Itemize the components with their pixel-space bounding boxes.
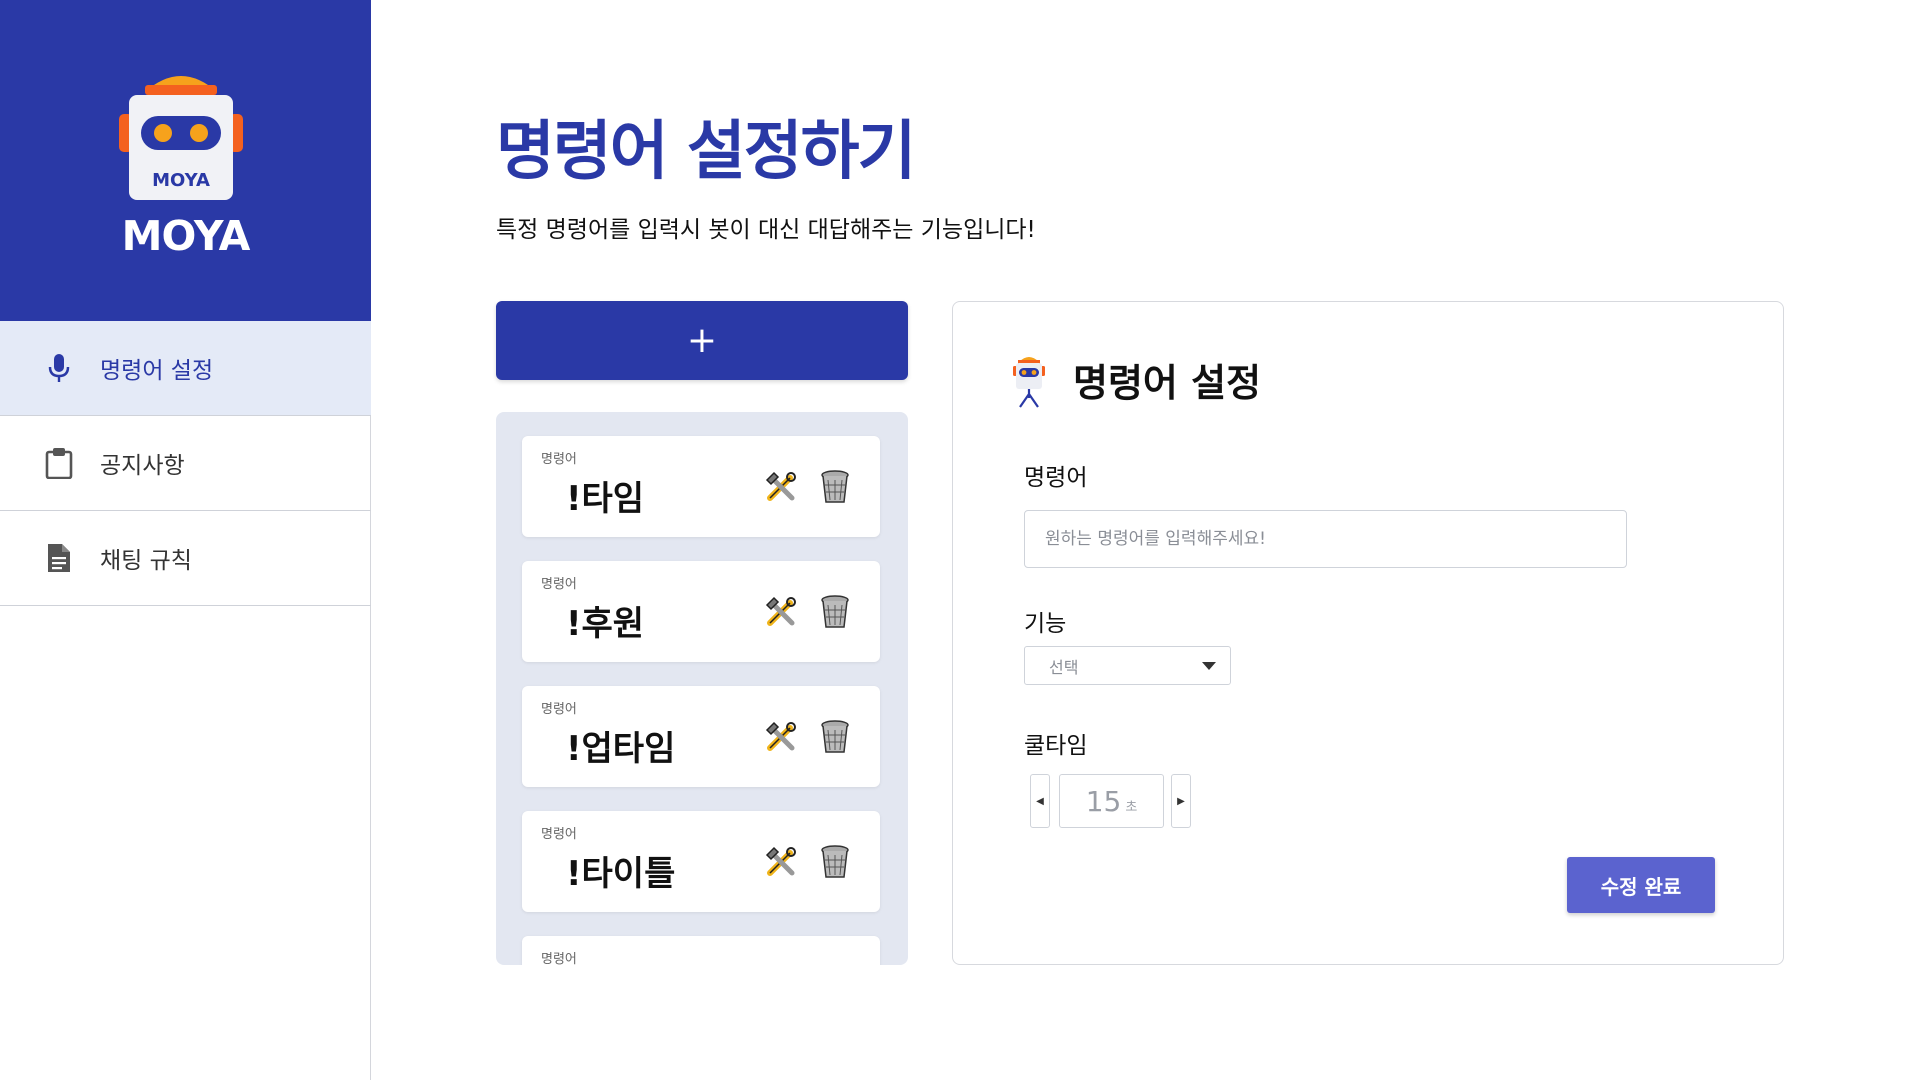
clipboard-icon — [44, 448, 74, 479]
tools-icon[interactable] — [764, 595, 798, 629]
command-input[interactable] — [1024, 510, 1627, 568]
command-card-label: 명령어 — [541, 827, 577, 842]
page-title: 명령어 설정하기 — [496, 115, 916, 189]
command-card[interactable]: 명령어 !후원 — [522, 561, 880, 662]
caret-down-icon — [1202, 662, 1216, 670]
command-card-label: 명령어 — [541, 952, 577, 965]
settings-panel: 명령어 설정 명령어 기능 선택 쿨타임 ◀ 15 초 ▶ 수정 완료 — [952, 301, 1784, 965]
tools-icon[interactable] — [764, 470, 798, 504]
command-card[interactable]: 명령어 — [522, 936, 880, 965]
caret-right-icon: ▶ — [1177, 795, 1185, 807]
command-card-label: 명령어 — [541, 702, 577, 717]
sidebar-item-chat-rules[interactable]: 채팅 규칙 — [0, 511, 371, 606]
moya-robot-logo: MOYA — [119, 76, 243, 200]
microphone-icon — [44, 353, 74, 383]
trash-icon[interactable] — [820, 470, 850, 504]
command-name: !업타임 — [566, 729, 676, 769]
brand-header: MOYA MOYA — [0, 0, 371, 321]
sidebar-item-label: 공지사항 — [100, 453, 185, 479]
brand-name: MOYA — [121, 212, 251, 260]
cooldown-decrement-button[interactable]: ◀ — [1030, 774, 1050, 828]
page-description: 특정 명령어를 입력시 봇이 대신 대답해주는 기능입니다! — [496, 217, 1036, 243]
command-list[interactable]: 명령어 !타임 명령어 !후원 명령어 !업타임 명령어 !타이틀 명령어 — [496, 412, 908, 965]
trash-icon[interactable] — [820, 720, 850, 754]
function-select-value: 선택 — [1049, 657, 1079, 677]
save-button[interactable]: 수정 완료 — [1567, 857, 1715, 913]
command-card-label: 명령어 — [541, 577, 577, 592]
command-card[interactable]: 명령어 !업타임 — [522, 686, 880, 787]
cooldown-unit: 초 — [1125, 799, 1138, 815]
sidebar-item-command-settings[interactable]: 명령어 설정 — [0, 321, 371, 416]
caret-left-icon: ◀ — [1036, 795, 1044, 807]
command-name: !타이틀 — [566, 854, 676, 894]
tools-icon[interactable] — [764, 720, 798, 754]
command-name: !타임 — [566, 479, 645, 519]
sidebar: MOYA MOYA 명령어 설정 공지사항 채팅 규칙 — [0, 0, 371, 1080]
cooldown-increment-button[interactable]: ▶ — [1171, 774, 1191, 828]
command-card[interactable]: 명령어 !타임 — [522, 436, 880, 537]
command-field-label: 명령어 — [1024, 465, 1088, 491]
settings-title: 명령어 설정 — [1073, 361, 1262, 405]
command-name: !후원 — [566, 604, 645, 644]
sidebar-item-label: 명령어 설정 — [100, 358, 214, 384]
cooldown-input[interactable]: 15 초 — [1059, 774, 1164, 828]
tools-icon[interactable] — [764, 845, 798, 879]
add-command-button[interactable]: + — [496, 301, 908, 380]
function-field-label: 기능 — [1024, 611, 1067, 637]
trash-icon[interactable] — [820, 845, 850, 879]
cooldown-field-label: 쿨타임 — [1024, 733, 1088, 759]
sidebar-item-notice[interactable]: 공지사항 — [0, 416, 371, 511]
function-select[interactable]: 선택 — [1024, 646, 1231, 685]
document-icon — [44, 543, 74, 573]
command-card[interactable]: 명령어 !타이틀 — [522, 811, 880, 912]
trash-icon[interactable] — [820, 595, 850, 629]
sidebar-item-label: 채팅 규칙 — [100, 548, 192, 574]
command-card-label: 명령어 — [541, 452, 577, 467]
cooldown-value: 15 — [1085, 784, 1122, 818]
logo-text: MOYA — [152, 170, 210, 191]
robot-icon — [1013, 357, 1045, 408]
